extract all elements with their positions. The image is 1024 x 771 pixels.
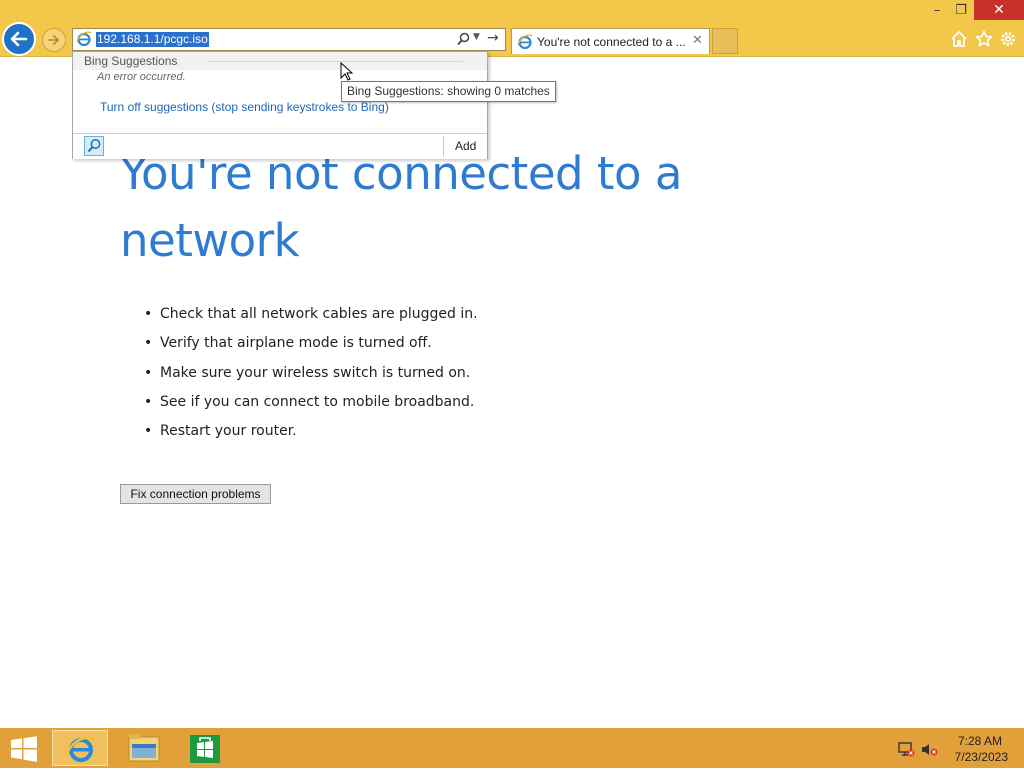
taskbar: 7:28 AM 7/23/2023 — [0, 728, 1024, 768]
list-item: • Restart your router. — [144, 423, 297, 440]
go-arrow-icon[interactable]: → — [487, 30, 499, 46]
back-arrow-icon — [10, 31, 28, 47]
suggestions-error-text: An error occurred. — [97, 71, 186, 83]
windows-start-icon[interactable] — [10, 736, 38, 762]
folder-icon — [128, 734, 160, 762]
forward-arrow-icon — [48, 35, 59, 45]
list-item: • See if you can connect to mobile broadb… — [144, 393, 475, 410]
taskbar-store[interactable] — [176, 730, 232, 766]
gear-icon[interactable] — [999, 30, 1017, 48]
page-title: You're not connected to a network — [120, 147, 682, 267]
close-window-button[interactable]: ✕ — [974, 0, 1024, 20]
tab-current[interactable]: You're not connected to a ... ✕ — [511, 28, 710, 54]
tooltip: Bing Suggestions: showing 0 matches — [341, 81, 556, 102]
network-disconnected-icon[interactable] — [897, 741, 915, 757]
chevron-down-icon[interactable]: ▼ — [473, 32, 480, 42]
fix-connection-button[interactable]: Fix connection problems — [120, 484, 271, 504]
footer-divider — [443, 136, 444, 156]
volume-muted-icon[interactable] — [920, 741, 938, 757]
tip-text: See if you can connect to mobile broadba… — [160, 393, 475, 410]
tab-title: You're not connected to a ... — [537, 35, 686, 49]
suggestions-title: Bing Suggestions — [84, 54, 178, 68]
address-url-text[interactable]: 192.168.1.1/pcgc.iso — [96, 32, 209, 47]
search-icon[interactable] — [457, 32, 470, 46]
header-divider — [208, 61, 463, 62]
new-tab-button[interactable] — [712, 28, 738, 54]
address-bar[interactable]: 192.168.1.1/pcgc.iso ▼ → — [72, 28, 506, 51]
home-icon[interactable] — [950, 30, 968, 48]
tip-text: Restart your router. — [160, 423, 297, 440]
browser-toolbar: – ❐ ✕ 192.168.1.1/pcgc.iso ▼ → You're no… — [0, 0, 1024, 57]
search-provider-button[interactable] — [84, 136, 104, 156]
search-icon — [87, 139, 101, 153]
suggestions-header: Bing Suggestions — [73, 52, 487, 70]
tip-text: Verify that airplane mode is turned off. — [160, 335, 432, 352]
store-icon — [190, 735, 220, 763]
clock-date[interactable]: 7/23/2023 — [940, 750, 1008, 764]
back-button[interactable] — [2, 22, 36, 56]
list-item: • Check that all network cables are plugg… — [144, 306, 478, 322]
tip-text: Make sure your wireless switch is turned… — [160, 364, 471, 381]
suggestions-footer: Add — [73, 133, 487, 159]
mouse-cursor-icon — [340, 62, 354, 81]
turn-off-suggestions-link[interactable]: Turn off suggestions (stop sending keyst… — [100, 100, 389, 114]
favorites-star-icon[interactable] — [975, 30, 993, 48]
ie-logo-icon — [64, 736, 96, 762]
clock-time[interactable]: 7:28 AM — [940, 734, 1002, 748]
list-item: • Verify that airplane mode is turned off… — [144, 335, 432, 352]
troubleshooting-list: • Check that all network cables are plugg… — [144, 303, 478, 449]
tip-text: Check that all network cables are plugge… — [160, 306, 478, 322]
taskbar-internet-explorer[interactable] — [52, 730, 108, 766]
ie-logo-icon — [517, 34, 533, 50]
close-tab-icon[interactable]: ✕ — [692, 33, 703, 48]
search-suggestions-dropdown: Bing Suggestions An error occurred. Turn… — [72, 51, 488, 159]
add-provider-button[interactable]: Add — [455, 139, 476, 153]
forward-button[interactable] — [42, 28, 66, 52]
taskbar-file-explorer[interactable] — [118, 730, 174, 766]
list-item: • Make sure your wireless switch is turne… — [144, 364, 471, 381]
restore-button[interactable]: ❐ — [946, 0, 976, 20]
ie-logo-icon — [76, 31, 92, 47]
